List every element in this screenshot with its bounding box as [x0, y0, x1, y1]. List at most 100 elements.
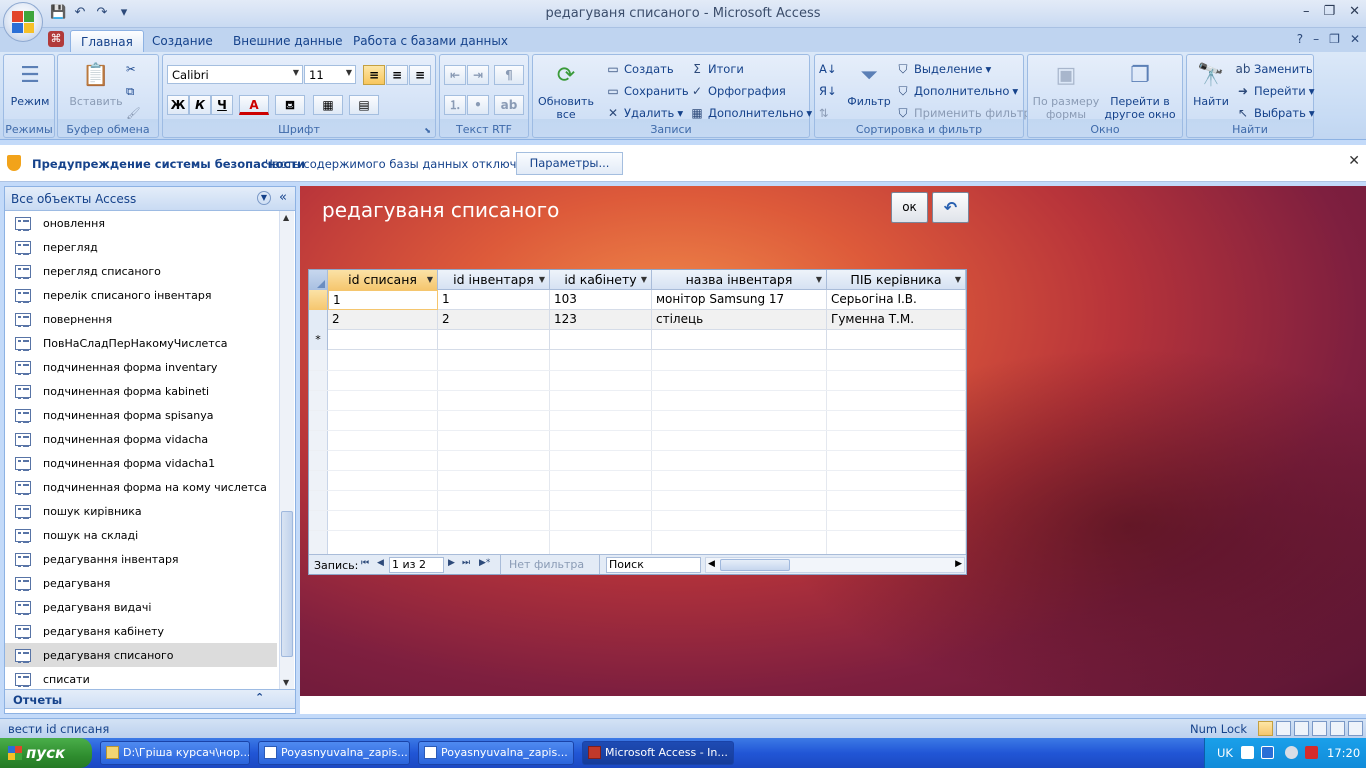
table-row[interactable]: 2 2 123 стілець Гуменна Т.М. — [309, 310, 966, 330]
volume-icon[interactable] — [1261, 746, 1274, 759]
column-dropdown-icon[interactable]: ▼ — [641, 270, 647, 289]
gridlines-icon[interactable]: ▦ — [313, 95, 343, 115]
font-size-select[interactable]: 11 ▼ — [304, 65, 356, 84]
chevron-up-icon[interactable]: ⌃ — [255, 691, 264, 704]
table-cell[interactable]: 1 — [328, 290, 438, 310]
language-indicator[interactable]: UK — [1217, 746, 1233, 760]
paste-button[interactable]: 📋 Вставить — [66, 59, 126, 108]
scroll-thumb[interactable] — [281, 511, 293, 657]
undo-button[interactable]: ↶ — [932, 192, 969, 223]
select-button[interactable]: ↖ Выбрать ▾ — [1235, 103, 1315, 123]
table-row[interactable]: 1 1 103 монітор Samsung 17 Серьогіна І.В. — [309, 290, 966, 310]
more-records-button[interactable]: ▦ Дополнительно ▾ — [689, 103, 812, 123]
align-right-button[interactable]: ≡ — [409, 65, 431, 85]
select-all-icon[interactable] — [309, 270, 328, 290]
underline-button[interactable]: Ч — [211, 95, 233, 115]
scroll-up-icon[interactable]: ▲ — [283, 213, 289, 222]
new-record-button[interactable]: ▭ Создать — [605, 59, 673, 79]
clear-sort-icon[interactable]: ⇅ — [819, 103, 829, 123]
filter-status[interactable]: Нет фильтра — [500, 555, 600, 574]
increase-indent-icon[interactable]: ⇥ — [467, 65, 489, 85]
numbering-icon[interactable]: ⒈ — [444, 95, 466, 115]
new-record-row[interactable]: * — [309, 330, 966, 350]
table-cell[interactable]: монітор Samsung 17 — [652, 290, 827, 310]
next-record-icon[interactable]: ▶ — [448, 558, 455, 568]
column-header[interactable]: id інвентаря ▼ — [438, 270, 550, 290]
find-button[interactable]: 🔭 Найти — [1189, 59, 1233, 108]
column-header[interactable]: ПІБ керівника ▼ — [827, 270, 966, 290]
table-cell[interactable]: 103 — [550, 290, 652, 310]
nav-scrollbar[interactable]: ▲ ▼ — [279, 211, 294, 689]
layout-view-icon[interactable] — [1330, 721, 1345, 736]
tab-home[interactable]: Главная — [70, 30, 144, 52]
column-header[interactable]: id списаня ▼ — [328, 270, 438, 290]
goto-button[interactable]: ➜ Перейти ▾ — [1235, 81, 1315, 101]
highlight-icon[interactable]: ab — [494, 95, 524, 115]
column-dropdown-icon[interactable]: ▼ — [955, 270, 961, 289]
current-record-input[interactable]: 1 из 2 — [389, 557, 444, 573]
tab-external-data[interactable]: Внешние данные — [223, 30, 352, 52]
first-record-icon[interactable]: ⏮ — [361, 558, 369, 568]
horizontal-scrollbar[interactable]: ◀ ▶ — [705, 557, 965, 573]
totals-button[interactable]: Σ Итоги — [689, 59, 744, 79]
tab-create[interactable]: Создание — [142, 30, 223, 52]
font-color-button[interactable]: A — [239, 95, 269, 115]
task-word-2[interactable]: Poyasnyuvalna_zapis... — [418, 741, 574, 765]
task-word-1[interactable]: Poyasnyuvalna_zapis... — [258, 741, 410, 765]
doc-minimize-icon[interactable]: – — [1313, 32, 1319, 46]
nav-header[interactable]: Все объекты Access ▼ « — [5, 187, 295, 211]
prev-record-icon[interactable]: ◀ — [377, 558, 384, 568]
nav-group-reports[interactable]: Отчеты ⌃ — [5, 689, 295, 709]
minimize-icon[interactable]: – — [1303, 4, 1310, 19]
table-cell[interactable]: 1 — [438, 290, 550, 310]
ok-button[interactable]: ок — [891, 192, 928, 223]
column-header[interactable]: id кабінету ▼ — [550, 270, 652, 290]
nav-item[interactable]: подчиненная форма vidacha — [5, 427, 277, 451]
nav-item[interactable]: перегляд — [5, 235, 277, 259]
record-selector[interactable] — [309, 310, 328, 330]
fill-color-icon[interactable]: ⛾ — [275, 95, 305, 115]
nav-item[interactable]: пошук на складі — [5, 523, 277, 547]
nav-item[interactable]: редагування інвентаря — [5, 547, 277, 571]
table-cell[interactable]: Серьогіна І.В. — [827, 290, 966, 310]
new-record-icon[interactable]: ▶* — [479, 558, 490, 568]
pivot-table-icon[interactable] — [1294, 721, 1309, 736]
cut-icon[interactable]: ✂ — [126, 59, 136, 79]
scroll-right-icon[interactable]: ▶ — [955, 559, 962, 569]
search-input[interactable]: Поиск — [606, 557, 701, 573]
selection-button[interactable]: ⛉ Выделение ▾ — [895, 59, 991, 79]
table-cell[interactable] — [652, 330, 827, 350]
table-cell[interactable]: 2 — [328, 310, 438, 330]
nav-item[interactable]: пошук кирівника — [5, 499, 277, 523]
save-record-button[interactable]: ▭ Сохранить — [605, 81, 688, 101]
font-name-select[interactable]: Calibri ▼ — [167, 65, 303, 84]
network-icon[interactable] — [1285, 746, 1298, 759]
sort-ascending-icon[interactable]: A↓ — [819, 59, 837, 79]
view-button[interactable]: ☰ Режим — [8, 59, 52, 108]
sort-descending-icon[interactable]: Я↓ — [819, 81, 837, 101]
decrease-indent-icon[interactable]: ⇤ — [444, 65, 466, 85]
close-icon[interactable]: ✕ — [1349, 4, 1360, 19]
nav-item[interactable]: повернення — [5, 307, 277, 331]
advanced-filter-button[interactable]: ⛉ Дополнительно ▾ — [895, 81, 1018, 101]
nav-item[interactable]: подчиненная форма kabineti — [5, 379, 277, 403]
nav-item[interactable]: перелік списаного інвентаря — [5, 283, 277, 307]
form-view-icon[interactable] — [1258, 721, 1273, 736]
paragraph-direction-icon[interactable]: ¶ — [494, 65, 524, 85]
format-painter-icon[interactable]: 🖌 — [126, 103, 141, 123]
column-dropdown-icon[interactable]: ▼ — [427, 270, 433, 289]
align-left-button[interactable]: ≡ — [363, 65, 385, 85]
last-record-icon[interactable]: ⏭ — [462, 558, 470, 568]
security-options-button[interactable]: Параметры... — [516, 152, 623, 175]
apply-filter-button[interactable]: ⛉ Применить фильтр — [895, 103, 1030, 123]
align-center-button[interactable]: ≡ — [386, 65, 408, 85]
table-cell[interactable]: 123 — [550, 310, 652, 330]
doc-close-icon[interactable]: ✕ — [1350, 32, 1360, 46]
bold-button[interactable]: Ж — [167, 95, 189, 115]
tab-database-tools[interactable]: Работа с базами данных — [343, 30, 518, 52]
nav-item[interactable]: редагуваня видачі — [5, 595, 277, 619]
nav-item[interactable]: подчиненная форма на кому числетса — [5, 475, 277, 499]
close-icon[interactable]: ✕ — [1348, 153, 1360, 169]
pivot-chart-icon[interactable] — [1312, 721, 1327, 736]
help-icon[interactable]: ? — [1297, 32, 1303, 46]
